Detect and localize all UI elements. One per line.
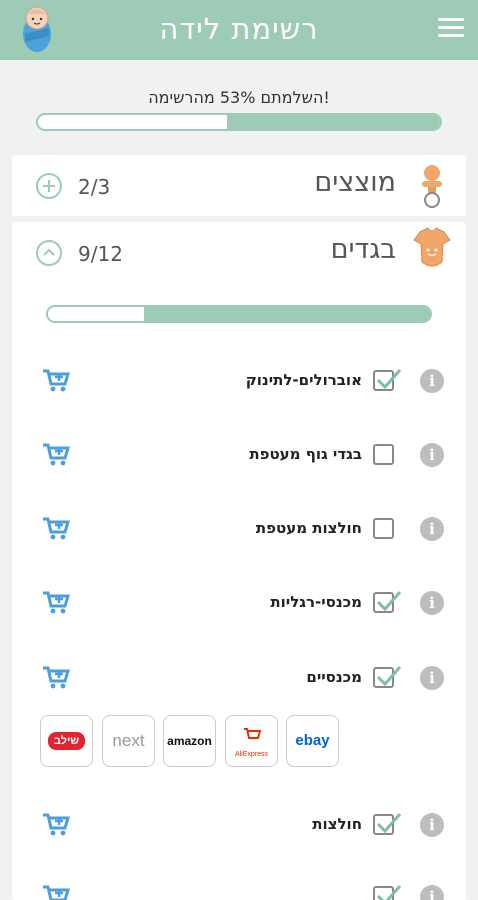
store-label: ebay (295, 732, 330, 749)
info-icon[interactable]: i (420, 885, 444, 900)
store-amazon[interactable]: amazon (163, 715, 216, 767)
list-item: חולצות מעטפת i (12, 509, 466, 549)
expand-plus-icon[interactable] (36, 173, 62, 199)
add-to-cart-icon[interactable] (42, 443, 70, 467)
overall-progress-fill (226, 115, 440, 129)
category-progress-bar (46, 305, 432, 323)
add-to-cart-icon[interactable] (42, 517, 70, 541)
info-icon[interactable]: i (420, 666, 444, 690)
add-to-cart-icon[interactable] (42, 666, 70, 690)
store-shilav[interactable]: שילב (40, 715, 93, 767)
store-label: שילב (47, 731, 86, 750)
item-name: בגדי גוף מעטפת (249, 445, 362, 463)
item-name: חולצות מעטפת (255, 519, 362, 537)
checkmark-icon (376, 666, 402, 687)
info-icon[interactable]: i (420, 591, 444, 615)
collapse-chevron-icon[interactable] (36, 240, 62, 266)
item-name: מכנסי-רגליות (270, 593, 362, 611)
checkmark-icon (376, 813, 402, 834)
list-item: אוברולים-לתינוק i (12, 361, 466, 401)
store-links: שילב next amazon AliExpress ebay (40, 715, 340, 767)
item-checkbox[interactable] (373, 666, 402, 688)
add-to-cart-icon[interactable] (42, 813, 70, 837)
store-label: amazon (167, 734, 212, 748)
store-aliexpress[interactable]: AliExpress (225, 715, 278, 767)
item-checkbox[interactable] (373, 591, 402, 613)
list-item: מכנסי-רגליות i (12, 583, 466, 623)
item-checkbox[interactable] (373, 518, 394, 539)
category-title: מוצצים (314, 167, 396, 198)
checkmark-icon (376, 885, 402, 900)
add-to-cart-icon[interactable] (42, 591, 70, 615)
item-name: חולצות (312, 815, 362, 833)
info-icon[interactable]: i (420, 813, 444, 837)
shopping-cart-icon (243, 728, 261, 739)
add-to-cart-icon[interactable] (42, 885, 70, 900)
category-title: בגדים (330, 234, 396, 265)
overall-progress-label: השלמתם 53% מהרשימה! (148, 88, 330, 107)
onesie-icon (413, 227, 451, 267)
list-item: חולצות i (12, 805, 466, 845)
category-count: 9/12 (78, 242, 123, 266)
info-icon[interactable]: i (420, 443, 444, 467)
page-title: רשימת לידה (159, 12, 319, 46)
item-checkbox[interactable] (373, 885, 402, 900)
item-checkbox[interactable] (373, 369, 402, 391)
list-item: בגדי גוף מעטפת i (12, 435, 466, 475)
category-progress-fill (143, 307, 430, 321)
category-count: 2/3 (78, 175, 111, 199)
app-header: רשימת לידה (0, 0, 478, 60)
info-icon[interactable]: i (420, 517, 444, 541)
overall-progress-bar (36, 113, 442, 131)
item-checkbox[interactable] (373, 813, 402, 835)
list-item: i (12, 877, 466, 900)
store-label: next (112, 731, 145, 750)
category-card-pacifiers[interactable]: מוצצים 2/3 (12, 155, 466, 216)
item-name: אוברולים-לתינוק (245, 371, 362, 389)
checkmark-icon (376, 591, 402, 612)
checkmark-icon (376, 369, 402, 390)
menu-icon[interactable] (438, 18, 464, 40)
info-icon[interactable]: i (420, 369, 444, 393)
category-card-clothes[interactable]: בגדים 9/12 (12, 222, 466, 900)
list-item: מכנסיים i (12, 658, 466, 698)
item-name: מכנסיים (306, 668, 362, 686)
store-next[interactable]: next (102, 715, 155, 767)
item-checkbox[interactable] (373, 444, 394, 465)
store-ebay[interactable]: ebay (286, 715, 339, 767)
pacifier-icon (422, 165, 442, 208)
store-label: AliExpress (234, 751, 269, 758)
add-to-cart-icon[interactable] (42, 369, 70, 393)
